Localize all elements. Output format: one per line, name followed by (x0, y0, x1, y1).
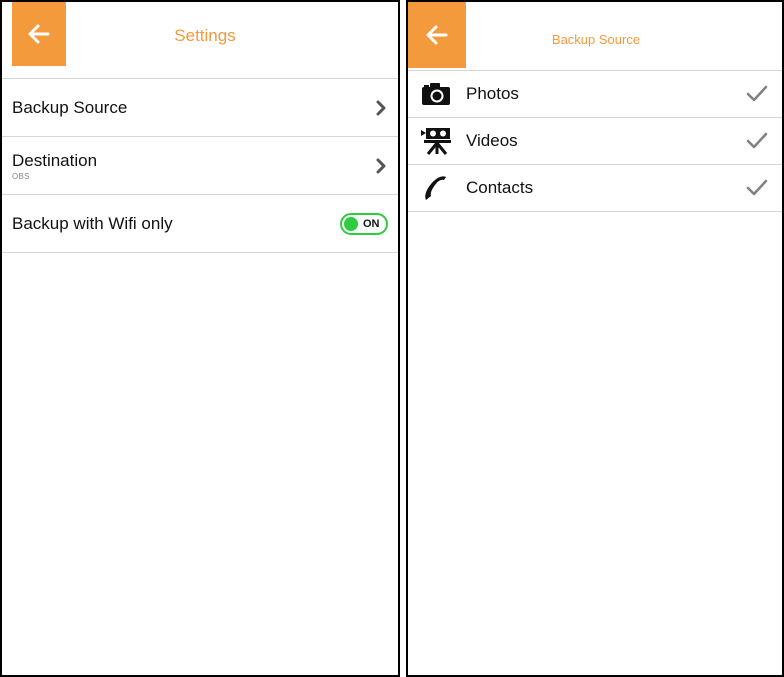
video-camera-icon (420, 128, 452, 155)
backup-source-nav-bar: Backup Source (408, 2, 782, 71)
list-item-photos[interactable]: Photos (408, 71, 782, 118)
list-item-label: Videos (466, 131, 518, 150)
checkmark-icon (746, 132, 768, 149)
row-label: Backup with Wifi only (12, 213, 173, 233)
page-title: Settings (174, 26, 236, 45)
settings-nav-bar: Settings (2, 2, 398, 79)
list-item-label: Contacts (466, 178, 534, 197)
row-backup-source[interactable]: Backup Source (2, 79, 398, 137)
row-label: Backup Source (12, 97, 128, 117)
phone-icon (420, 175, 452, 201)
row-destination[interactable]: Destination OBS (2, 137, 398, 195)
list-item-label: Photos (466, 84, 519, 103)
row-sublabel: OBS (12, 171, 30, 181)
checkmark-icon (746, 179, 768, 196)
toggle-knob (344, 216, 358, 231)
list-item-contacts[interactable]: Contacts (408, 165, 782, 212)
row-label: Destination (12, 150, 98, 170)
settings-screen: Settings Backup Source Destination OBS B… (0, 0, 400, 677)
backup-source-screen: Backup Source Photos Videos Contacts (406, 0, 784, 677)
camera-icon (420, 81, 452, 107)
chevron-right-icon (376, 100, 386, 115)
chevron-right-icon (376, 158, 386, 173)
list-item-videos[interactable]: Videos (408, 118, 782, 165)
checkmark-icon (746, 85, 768, 102)
toggle-state-label: ON (363, 217, 380, 230)
row-wifi-only: Backup with Wifi only ON (2, 195, 398, 253)
page-title: Backup Source (551, 32, 641, 47)
wifi-only-toggle[interactable]: ON (340, 212, 388, 235)
